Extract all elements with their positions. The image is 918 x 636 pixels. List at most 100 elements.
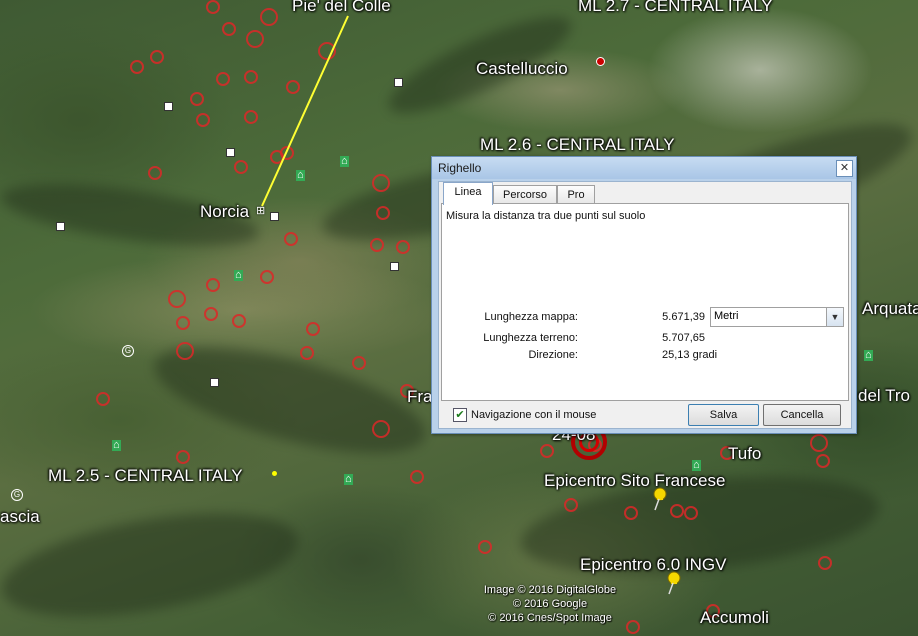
- earthquake-marker-icon[interactable]: [306, 322, 320, 336]
- earthquake-marker-icon[interactable]: [246, 30, 264, 48]
- map-label-ml25[interactable]: ML 2.5 - CENTRAL ITALY: [48, 466, 243, 486]
- earthquake-marker-icon[interactable]: [232, 314, 246, 328]
- credit-google: © 2016 Google: [512, 598, 588, 610]
- dialog-title: Righello: [438, 161, 482, 175]
- lodging-icon[interactable]: ⌂: [692, 460, 701, 471]
- pushpin-icon-sito-francese[interactable]: [648, 486, 670, 512]
- earthquake-marker-icon[interactable]: [150, 50, 164, 64]
- poi-square-icon[interactable]: [394, 78, 403, 87]
- lodging-icon[interactable]: ⌂: [344, 474, 353, 485]
- earthquake-marker-icon[interactable]: [234, 160, 248, 174]
- earthquake-marker-icon[interactable]: [216, 72, 230, 86]
- unit-select[interactable]: Metri ▼: [710, 307, 844, 327]
- earthquake-marker-icon[interactable]: [190, 92, 204, 106]
- earthquake-marker-icon[interactable]: [206, 0, 220, 14]
- poi-square-icon[interactable]: [226, 148, 235, 157]
- close-icon[interactable]: ✕: [836, 160, 853, 177]
- earthquake-marker-icon[interactable]: [196, 113, 210, 127]
- map-label-ascia[interactable]: ascia: [0, 507, 40, 527]
- pushpin-icon-ingv[interactable]: [662, 570, 684, 596]
- earthquake-marker-icon[interactable]: [130, 60, 144, 74]
- earthquake-marker-icon[interactable]: [244, 70, 258, 84]
- mouse-navigation-label: Navigazione con il mouse: [471, 409, 597, 421]
- poi-square-icon[interactable]: [164, 102, 173, 111]
- map-label-norcia[interactable]: Norcia: [200, 202, 249, 222]
- map-label-ml27[interactable]: ML 2.7 - CENTRAL ITALY: [578, 0, 773, 16]
- map-length-value: 5.671,39: [662, 311, 705, 323]
- earthquake-marker-icon[interactable]: [284, 232, 298, 246]
- earthquake-marker-icon[interactable]: [352, 356, 366, 370]
- poi-square-icon[interactable]: [56, 222, 65, 231]
- map-label-arquata[interactable]: Arquata: [862, 299, 918, 319]
- ground-length-label: Lunghezza terreno:: [483, 332, 578, 344]
- poi-square-icon[interactable]: [390, 262, 399, 271]
- earthquake-marker-icon[interactable]: [176, 342, 194, 360]
- earthquake-marker-icon[interactable]: [478, 540, 492, 554]
- castelluccio-marker-icon: [596, 57, 605, 66]
- earthquake-marker-icon[interactable]: [624, 506, 638, 520]
- poi-square-icon[interactable]: [210, 378, 219, 387]
- terrain-shade: [0, 494, 306, 636]
- save-button[interactable]: Salva: [688, 404, 759, 426]
- earthquake-marker-icon[interactable]: [372, 174, 390, 192]
- earthquake-marker-icon[interactable]: [396, 240, 410, 254]
- ruler-dialog: Righello ✕ Linea Percorso Pro Misura la …: [431, 156, 857, 434]
- map-length-label: Lunghezza mappa:: [484, 311, 578, 323]
- earthquake-marker-icon[interactable]: [370, 238, 384, 252]
- earthquake-marker-icon[interactable]: [206, 278, 220, 292]
- earthquake-marker-icon[interactable]: [286, 80, 300, 94]
- dialog-body: Linea Percorso Pro Misura la distanza tr…: [438, 181, 852, 429]
- map-label-fra[interactable]: Fra: [407, 387, 433, 407]
- earthquake-marker-icon[interactable]: [540, 444, 554, 458]
- map-label-tufo[interactable]: Tufo: [728, 444, 761, 464]
- earthquake-marker-icon[interactable]: [270, 150, 284, 164]
- earthquake-marker-icon[interactable]: [176, 450, 190, 464]
- earthquake-marker-icon[interactable]: [810, 434, 828, 452]
- earthquake-marker-icon[interactable]: [564, 498, 578, 512]
- lodging-icon[interactable]: ⌂: [112, 440, 121, 451]
- earthquake-marker-icon[interactable]: [376, 206, 390, 220]
- credit-digitalglobe: Image © 2016 DigitalGlobe: [483, 584, 617, 596]
- map-label-accumoli[interactable]: Accumoli: [700, 608, 769, 628]
- tab-percorso[interactable]: Percorso: [493, 185, 557, 204]
- earthquake-marker-icon[interactable]: [176, 316, 190, 330]
- earthquake-marker-icon[interactable]: [410, 470, 424, 484]
- unit-select-value: Metri: [714, 310, 739, 322]
- dialog-titlebar[interactable]: Righello ✕: [432, 157, 856, 179]
- earthquake-marker-icon[interactable]: [260, 8, 278, 26]
- map-label-del-tro[interactable]: del Tro: [858, 386, 910, 406]
- chevron-down-icon[interactable]: ▼: [826, 308, 843, 326]
- earthquake-marker-icon[interactable]: [816, 454, 830, 468]
- lodging-icon[interactable]: ⌂: [234, 270, 243, 281]
- earthquake-marker-icon[interactable]: [168, 290, 186, 308]
- mouse-navigation-checkbox[interactable]: ✔: [453, 408, 467, 422]
- tab-linea[interactable]: Linea: [443, 182, 493, 205]
- map-label-ml26[interactable]: ML 2.6 - CENTRAL ITALY: [480, 135, 675, 155]
- earthquake-marker-icon[interactable]: [670, 504, 684, 518]
- earthquake-marker-icon[interactable]: [148, 166, 162, 180]
- ml25-marker-icon: [272, 471, 277, 476]
- lodging-icon[interactable]: ⌂: [340, 156, 349, 167]
- lodging-icon[interactable]: ⌂: [864, 350, 873, 361]
- tab-pro[interactable]: Pro: [557, 185, 595, 204]
- earthquake-marker-icon[interactable]: [222, 22, 236, 36]
- earthquake-marker-icon[interactable]: [244, 110, 258, 124]
- earthquake-marker-icon[interactable]: [204, 307, 218, 321]
- credit-cnes: © 2016 Cnes/Spot Image: [488, 612, 612, 624]
- map-label-epicentro-ingv[interactable]: Epicentro 6.0 INGV: [580, 555, 726, 575]
- map-label-pie-del-colle[interactable]: Pie' del Colle: [292, 0, 391, 16]
- earthquake-marker-icon[interactable]: [818, 556, 832, 570]
- earthquake-marker-icon[interactable]: [300, 346, 314, 360]
- google-icon: G: [11, 489, 23, 501]
- poi-square-icon[interactable]: [270, 212, 279, 221]
- lodging-icon[interactable]: ⌂: [296, 170, 305, 181]
- map-label-epicentro-sito[interactable]: Epicentro Sito Francese: [544, 471, 725, 491]
- earthquake-marker-icon[interactable]: [684, 506, 698, 520]
- earthquake-marker-icon[interactable]: [372, 420, 390, 438]
- earthquake-marker-icon[interactable]: [318, 42, 336, 60]
- earthquake-marker-icon[interactable]: [96, 392, 110, 406]
- earthquake-marker-icon[interactable]: [260, 270, 274, 284]
- map-label-castelluccio[interactable]: Castelluccio: [476, 59, 568, 79]
- cancel-button[interactable]: Cancella: [763, 404, 841, 426]
- description-text: Misura la distanza tra due punti sul suo…: [446, 210, 646, 222]
